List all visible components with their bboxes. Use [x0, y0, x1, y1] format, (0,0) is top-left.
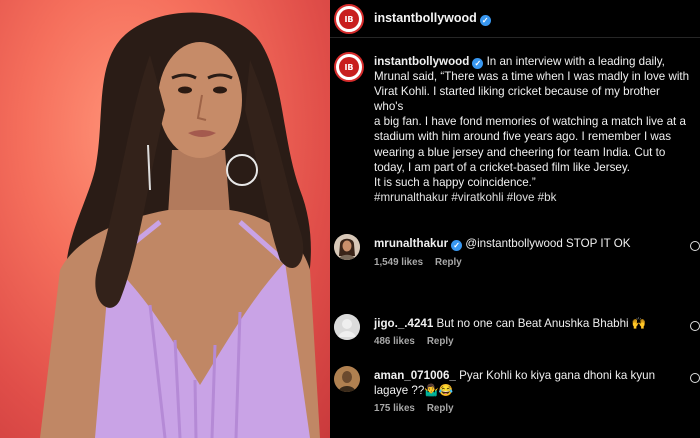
caption-avatar-logo-text: IB	[339, 57, 359, 77]
comment-body-line-2: lagaye ??🤷‍♂️😂	[374, 384, 454, 397]
caption-text-1: In an interview with a leading daily,	[486, 55, 665, 68]
post-caption: instantbollywood ✓ In an interview with a…	[374, 54, 692, 205]
profile-photo-icon	[334, 366, 360, 392]
comment-item: jigo._.4241 But no one can Beat Anushka …	[330, 312, 700, 352]
profile-photo-icon	[334, 234, 360, 260]
comment-meta: 175 likes Reply	[374, 403, 466, 414]
verified-badge-icon: ✓	[479, 15, 491, 26]
post-header: IB instantbollywood ✓	[330, 0, 700, 38]
comment-item: aman_071006_ Pyar Kohli ko kiya gana dho…	[330, 364, 700, 420]
comment-username[interactable]: jigo._.4241	[374, 317, 433, 330]
comment-text: aman_071006_ Pyar Kohli ko kiya gana dho…	[374, 368, 664, 398]
commenter-avatar[interactable]	[334, 314, 360, 340]
comment-likes[interactable]: 486 likes	[374, 336, 415, 347]
comment-text: jigo._.4241 But no one can Beat Anushka …	[374, 316, 664, 331]
caption-line-3: Virat Kohli. I started liking cricket be…	[374, 85, 660, 114]
portrait-illustration	[40, 12, 320, 438]
account-avatar[interactable]: IB	[334, 4, 364, 34]
header-username-label: instantbollywood	[374, 11, 477, 25]
comment-body: @instantbollywood STOP IT OK	[465, 237, 631, 250]
reply-button[interactable]: Reply	[427, 336, 454, 347]
reply-button[interactable]: Reply	[427, 403, 454, 414]
caption-line-6: wearing a blue jersey and cheering for t…	[374, 145, 666, 159]
comment-verified-badge-icon: ✓	[451, 240, 463, 251]
comment-likes[interactable]: 175 likes	[374, 403, 415, 414]
comment-username[interactable]: mrunalthakur	[374, 237, 448, 250]
caption-line-7: today, I am part of a cricket-based film…	[374, 160, 631, 174]
caption-username[interactable]: instantbollywood	[374, 55, 469, 68]
comment-likes[interactable]: 1,549 likes	[374, 257, 423, 268]
default-avatar-icon	[334, 314, 360, 340]
caption-line-8: It is such a happy coincidence.”	[374, 175, 536, 189]
comment-meta: 1,549 likes Reply	[374, 257, 474, 268]
comment-body: But no one can Beat Anushka Bhabhi 🙌	[436, 317, 647, 330]
commenter-avatar[interactable]	[334, 366, 360, 392]
comment-item: mrunalthakur ✓ @instantbollywood STOP IT …	[330, 232, 700, 272]
commenter-avatar[interactable]	[334, 234, 360, 260]
instagram-post-panel: IB instantbollywood ✓ IB instantbollywood…	[330, 0, 700, 438]
comment-body-line-1: Pyar Kohli ko kiya gana dhoni ka kyun	[459, 369, 656, 382]
post-photo	[0, 0, 330, 438]
comment-meta: 486 likes Reply	[374, 336, 466, 347]
caption-line-1: instantbollywood ✓ In an interview with a…	[374, 54, 692, 69]
comment-text: mrunalthakur ✓ @instantbollywood STOP IT …	[374, 236, 664, 251]
caption-hashtags[interactable]: #mrunalthakur #viratkohli #love #bk	[374, 190, 692, 205]
caption-avatar[interactable]: IB	[334, 52, 364, 82]
caption-verified-badge-icon: ✓	[472, 58, 484, 69]
header-username[interactable]: instantbollywood ✓	[374, 11, 491, 26]
caption-line-5: stadium with him around five years ago. …	[374, 130, 672, 144]
like-heart-icon[interactable]	[690, 321, 700, 331]
caption-line-4: a big fan. I have fond memories of watch…	[374, 115, 686, 129]
like-heart-icon[interactable]	[690, 241, 700, 251]
caption-line-2: Mrunal said, “There was a time when I wa…	[374, 70, 690, 84]
like-heart-icon[interactable]	[690, 373, 700, 383]
avatar-logo-text: IB	[339, 9, 359, 29]
reply-button[interactable]: Reply	[435, 257, 462, 268]
comment-username[interactable]: aman_071006_	[374, 369, 456, 382]
